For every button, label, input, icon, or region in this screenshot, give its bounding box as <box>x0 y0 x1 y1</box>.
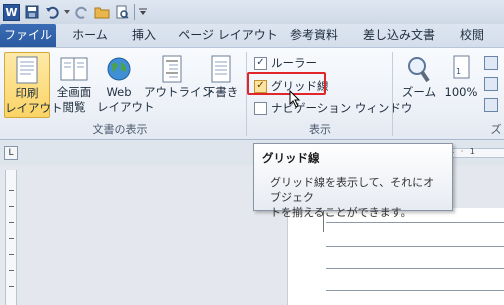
open-folder-icon[interactable] <box>94 4 110 20</box>
globe-icon <box>107 57 131 81</box>
mouse-cursor-icon <box>289 90 301 108</box>
one-page-icon[interactable] <box>484 56 498 70</box>
gridline <box>326 290 504 291</box>
navigation-pane-checkbox-row[interactable]: ナビゲーション ウィンドウ <box>254 99 412 117</box>
group-separator <box>392 52 393 136</box>
tab-references[interactable]: 参考資料 <box>284 24 344 47</box>
tab-file[interactable]: ファイル <box>0 24 56 47</box>
tooltip-body-line-2: トを揃えることができます。 <box>270 206 412 219</box>
word-app-icon[interactable]: W <box>3 3 20 21</box>
zoom-group-label: ズ <box>490 123 502 136</box>
ruler-tick <box>9 254 14 255</box>
ruler-checkbox-row[interactable]: ✓ ルーラー <box>254 54 317 72</box>
tab-page-layout[interactable]: ページ レイアウト <box>178 24 278 47</box>
tab-home[interactable]: ホーム <box>64 24 116 47</box>
tab-selector-button[interactable]: L <box>4 146 18 160</box>
outline-label: アウトライン <box>144 85 213 99</box>
draft-label: 下書き <box>203 85 239 99</box>
full-screen-label-2: 閲覧 <box>62 100 86 114</box>
web-layout-button[interactable]: Web レイアウト <box>97 52 155 118</box>
gridline <box>326 268 504 269</box>
zoom-label: ズーム <box>401 85 437 99</box>
draft-button[interactable]: 下書き <box>201 52 241 118</box>
vertical-ruler[interactable] <box>5 170 17 305</box>
undo-icon[interactable] <box>44 4 60 20</box>
page-width-icon[interactable] <box>484 98 498 112</box>
gridline <box>326 246 504 247</box>
ruler-tick <box>9 190 14 191</box>
tooltip-title: グリッド線 <box>262 151 320 165</box>
ruler-tick <box>9 206 14 207</box>
full-screen-reading-icon <box>60 57 88 81</box>
customize-toolbar-icon[interactable] <box>139 4 147 20</box>
gridline <box>326 222 504 223</box>
zoom-side-icons <box>484 56 500 119</box>
gridlines-highlight-box <box>247 72 326 95</box>
navigation-pane-checkbox[interactable] <box>254 101 267 115</box>
print-layout-button[interactable]: 印刷 レイアウト <box>4 52 63 118</box>
ruler-tick <box>9 270 14 271</box>
web-layout-label-2: レイアウト <box>97 100 155 114</box>
gridlines-tooltip: グリッド線 グリッド線を表示して、それにオブジェク トを揃えることができます。 <box>253 143 453 219</box>
svg-text:1: 1 <box>456 67 461 76</box>
tab-insert[interactable]: 挿入 <box>124 24 164 47</box>
page-100-icon: 1 <box>453 55 470 79</box>
tooltip-body-line-1: グリッド線を表示して、それにオブジェク <box>270 176 435 204</box>
ribbon-tab-row: ファイル ホーム 挿入 ページ レイアウト 参考資料 差し込み文書 校閲 <box>0 24 504 47</box>
print-layout-icon <box>16 56 38 84</box>
magnifier-icon <box>408 57 430 83</box>
quick-access-toolbar: W <box>0 0 504 24</box>
full-screen-label-1: 全画面 <box>56 85 92 99</box>
outline-icon <box>162 55 182 83</box>
save-icon[interactable] <box>24 4 40 20</box>
ruler-checkbox-label: ルーラー <box>271 56 317 70</box>
redo-icon[interactable] <box>74 4 90 20</box>
ruler-tick <box>9 286 14 287</box>
outline-button[interactable]: アウトライン <box>144 52 213 118</box>
print-layout-label-2: レイアウト <box>5 101 63 115</box>
zoom-100-label: 100% <box>444 85 478 99</box>
zoom-button[interactable]: ズーム <box>398 52 440 118</box>
toolbar-separator <box>134 4 135 20</box>
print-preview-icon[interactable] <box>114 4 130 20</box>
full-screen-reading-button[interactable]: 全画面 閲覧 <box>53 52 95 118</box>
web-layout-label-1: Web <box>106 85 132 99</box>
ruler-tick <box>9 222 14 223</box>
tab-mailings[interactable]: 差し込み文書 <box>360 24 438 47</box>
ruler-tick <box>9 238 14 239</box>
two-pages-icon[interactable] <box>484 77 498 91</box>
draft-icon <box>211 55 231 83</box>
undo-dropdown-icon[interactable] <box>64 4 70 20</box>
print-layout-label-1: 印刷 <box>15 86 39 100</box>
zoom-100-button[interactable]: 1 100% <box>442 52 480 118</box>
tab-stop-icon: L <box>8 148 14 158</box>
document-page[interactable] <box>287 208 504 305</box>
ruler-checkbox[interactable]: ✓ <box>254 56 267 70</box>
tab-review[interactable]: 校閲 <box>452 24 492 47</box>
show-group-label: 表示 <box>309 123 331 136</box>
document-views-group-label: 文書の表示 <box>92 123 148 136</box>
